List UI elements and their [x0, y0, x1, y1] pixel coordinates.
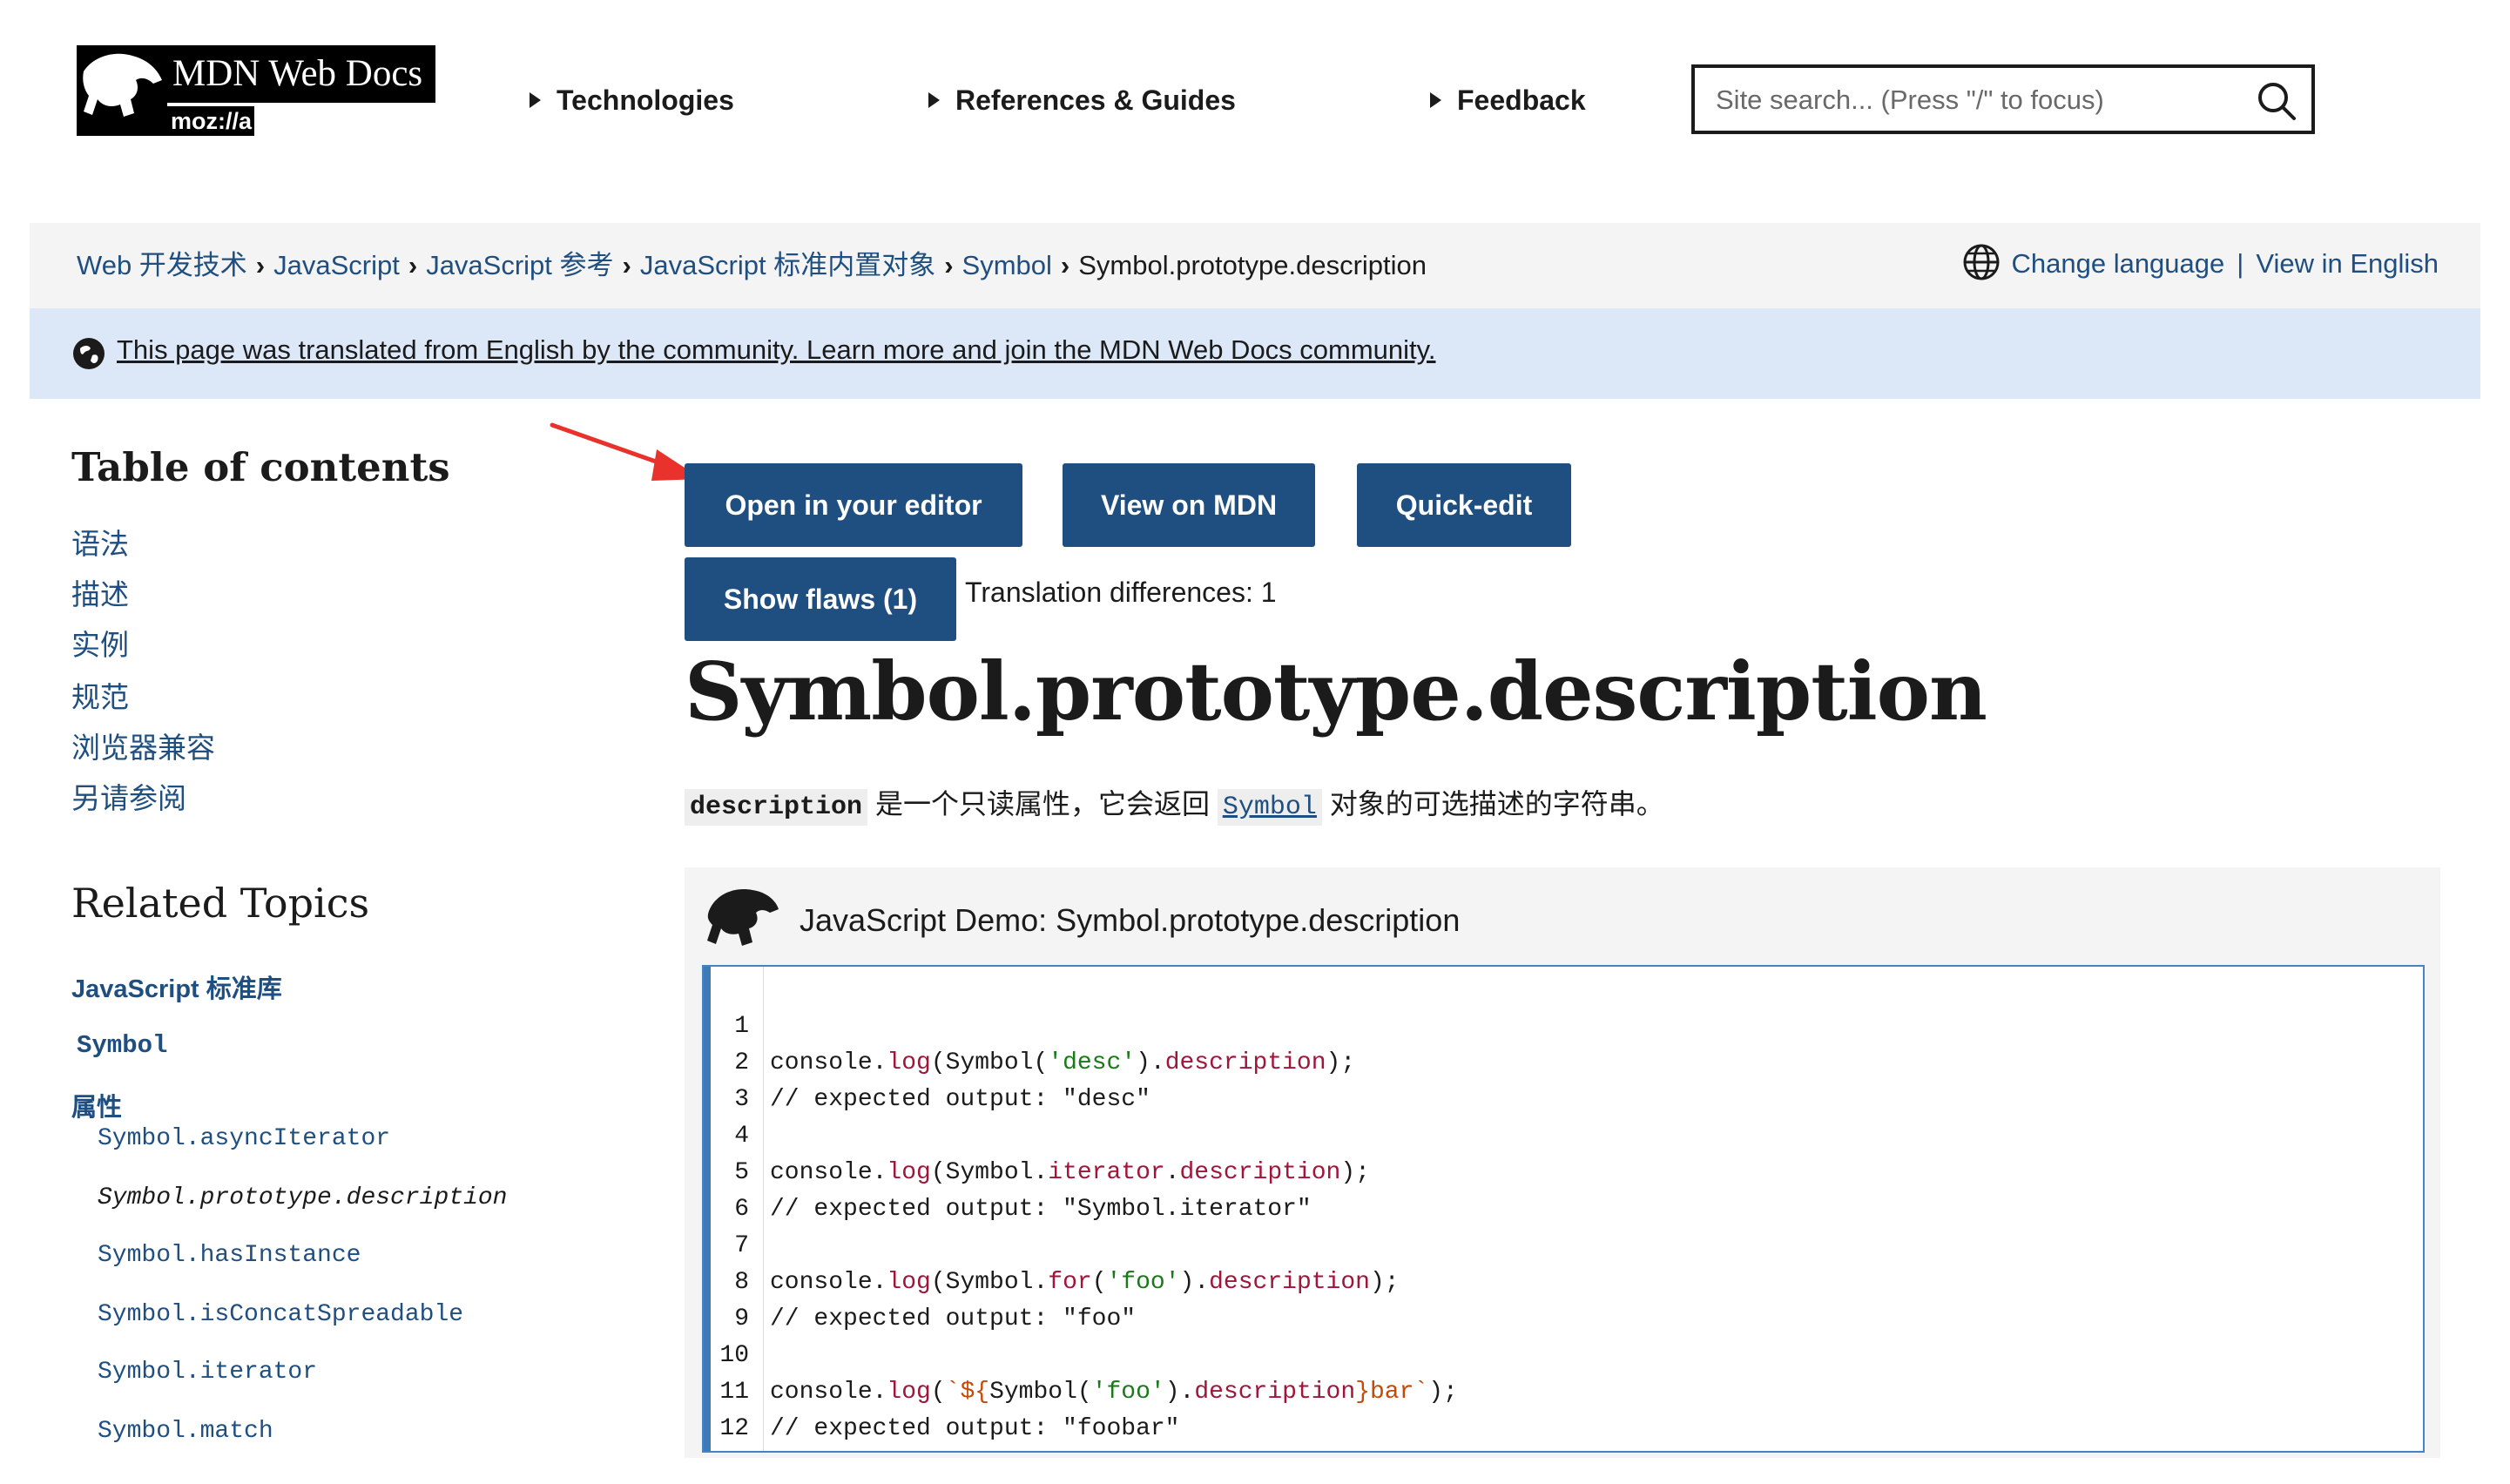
code-comment: // expected output: "foobar": [770, 1415, 1180, 1442]
breadcrumb-js-reference[interactable]: JavaScript 参考: [426, 250, 613, 280]
code-comment: // expected output: "Symbol.iterator": [770, 1196, 1312, 1223]
code-text: console.log(`${Symbol('foo').description…: [770, 1379, 1458, 1406]
code-line: 7 console.log(Symbol.for('foo').descript…: [704, 1191, 1399, 1296]
triangle-right-icon: [928, 92, 940, 108]
prop-match[interactable]: Symbol.match: [98, 1418, 273, 1445]
code-line: 5 // expected output: "Symbol.iterator": [704, 1118, 1312, 1223]
mdn-logo[interactable]: MDN Web Docs moz://a: [77, 45, 435, 136]
chevron-right-icon: ›: [622, 250, 631, 280]
nav-references-label: References & Guides: [955, 84, 1236, 116]
triangle-right-icon: [1430, 92, 1441, 108]
breadcrumb-bar: Web 开发技术 › JavaScript › JavaScript 参考 › JavaSc…: [30, 223, 2480, 308]
toc-item-specifications[interactable]: 规范: [71, 674, 129, 716]
related-topics-title: Related Topics: [71, 880, 370, 927]
breadcrumb-javascript[interactable]: JavaScript: [273, 250, 400, 280]
code-comment: // expected output: "foo": [770, 1305, 1137, 1332]
related-symbol-link[interactable]: Symbol: [77, 1031, 167, 1060]
search-icon[interactable]: [2256, 80, 2297, 122]
quick-edit-button[interactable]: Quick-edit: [1357, 463, 1571, 547]
open-in-editor-button[interactable]: Open in your editor: [685, 463, 1022, 547]
chevron-right-icon: ›: [408, 250, 418, 280]
interactive-demo: JavaScript Demo: Symbol.prototype.descri…: [685, 867, 2440, 1458]
code-line: 6: [704, 1155, 792, 1223]
search-input[interactable]: [1695, 68, 2257, 132]
translation-differences: Translation differences: 1: [965, 577, 1277, 608]
dinosaur-logo-icon: [77, 45, 167, 136]
chevron-right-icon: ›: [255, 250, 266, 280]
show-flaws-button[interactable]: Show flaws (1): [685, 557, 956, 641]
triangle-right-icon: [530, 92, 541, 108]
code-text: console.log(Symbol('desc').description);: [770, 1049, 1356, 1076]
symbol-link-code: Symbol: [1217, 789, 1322, 826]
logo-wordmark: MDN Web Docs: [167, 45, 435, 103]
code-line: 1 console.log(Symbol('desc').description…: [704, 972, 1355, 1076]
code-line: 3: [704, 1045, 792, 1113]
mozilla-wordmark: moz://a: [167, 106, 254, 136]
prop-has-instance[interactable]: Symbol.hasInstance: [98, 1242, 361, 1269]
language-switcher: Change language | View in English: [1962, 242, 2439, 286]
page-description: description 是一个只读属性，它会返回 Symbol 对象的可选描述的…: [685, 782, 1664, 829]
code-line: 12: [704, 1374, 792, 1442]
toc-item-see-also[interactable]: 另请参阅: [71, 775, 186, 817]
description-code: description: [685, 789, 868, 826]
related-properties-label: 属性: [71, 1094, 123, 1122]
breadcrumb-current: Symbol.prototype.description: [1078, 250, 1427, 280]
change-language-link[interactable]: Change language: [2011, 248, 2224, 279]
line-number: 12: [719, 1415, 749, 1442]
code-line: 2 // expected output: "desc": [704, 1008, 1150, 1113]
breadcrumb: Web 开发技术 › JavaScript › JavaScript 参考 › JavaSc…: [77, 244, 1427, 287]
prop-iterator[interactable]: Symbol.iterator: [98, 1359, 317, 1386]
nav-references-guides[interactable]: References & Guides: [928, 78, 1236, 122]
breadcrumb-web-dev[interactable]: Web 开发技术: [77, 250, 247, 280]
nav-technologies-label: Technologies: [557, 84, 734, 116]
code-line: 10 console.log(`${Symbol('foo').descript…: [704, 1301, 1457, 1406]
code-text: console.log(Symbol.for('foo').descriptio…: [770, 1269, 1400, 1296]
toc-item-examples[interactable]: 实例: [71, 622, 129, 664]
chevron-right-icon: ›: [944, 250, 954, 280]
nav-feedback-label: Feedback: [1457, 84, 1586, 116]
globe-icon: [1963, 244, 2000, 280]
site-header: MDN Web Docs moz://a Technologies Refere…: [0, 0, 2510, 218]
chevron-right-icon: ›: [1060, 250, 1070, 280]
description-text-2: 对象的可选描述的字符串。: [1329, 788, 1664, 820]
prop-is-concat-spreadable[interactable]: Symbol.isConcatSpreadable: [98, 1301, 463, 1328]
code-line: 4 console.log(Symbol.iterator.descriptio…: [704, 1082, 1370, 1186]
related-stdlib-link[interactable]: JavaScript 标准库: [71, 968, 282, 1005]
toc-item-syntax[interactable]: 语法: [71, 521, 129, 563]
prop-async-iterator[interactable]: Symbol.asyncIterator: [98, 1125, 390, 1152]
code-editor[interactable]: 1 console.log(Symbol('desc').description…: [702, 965, 2425, 1453]
toc-item-browser-compat[interactable]: 浏览器兼容: [71, 725, 215, 766]
translation-notice: This page was translated from English by…: [30, 308, 2480, 399]
breadcrumb-symbol[interactable]: Symbol: [962, 250, 1052, 280]
prop-description-current: Symbol.prototype.description: [98, 1184, 508, 1211]
nav-technologies[interactable]: Technologies: [530, 78, 734, 122]
page-title: Symbol.prototype.description: [685, 644, 1987, 739]
nav-feedback[interactable]: Feedback: [1430, 78, 1586, 122]
code-comment: // expected output: "desc": [770, 1086, 1150, 1113]
view-in-english-link[interactable]: View in English: [2256, 248, 2439, 279]
dinosaur-icon: [707, 889, 779, 946]
toc-title: Table of contents: [71, 444, 450, 490]
code-line: 11 // expected output: "foobar": [704, 1338, 1179, 1442]
globe-filled-icon: [73, 338, 105, 369]
description-text-1: 是一个只读属性，它会返回: [874, 788, 1210, 820]
code-line: 8 // expected output: "foo": [704, 1228, 1136, 1332]
view-on-mdn-button[interactable]: View on MDN: [1063, 463, 1315, 547]
toc-item-description[interactable]: 描述: [71, 571, 129, 613]
site-search: [1691, 64, 2315, 134]
code-line: 9: [704, 1265, 792, 1332]
translation-notice-link[interactable]: This page was translated from English by…: [117, 334, 1435, 366]
code-text: console.log(Symbol.iterator.description)…: [770, 1159, 1370, 1186]
symbol-link[interactable]: Symbol: [1217, 788, 1322, 826]
breadcrumb-builtin-objects[interactable]: JavaScript 标准内置对象: [640, 250, 935, 280]
red-arrow-annotation: [550, 422, 702, 481]
language-separator: |: [2237, 248, 2244, 279]
demo-title: JavaScript Demo: Symbol.prototype.descri…: [800, 902, 1461, 938]
